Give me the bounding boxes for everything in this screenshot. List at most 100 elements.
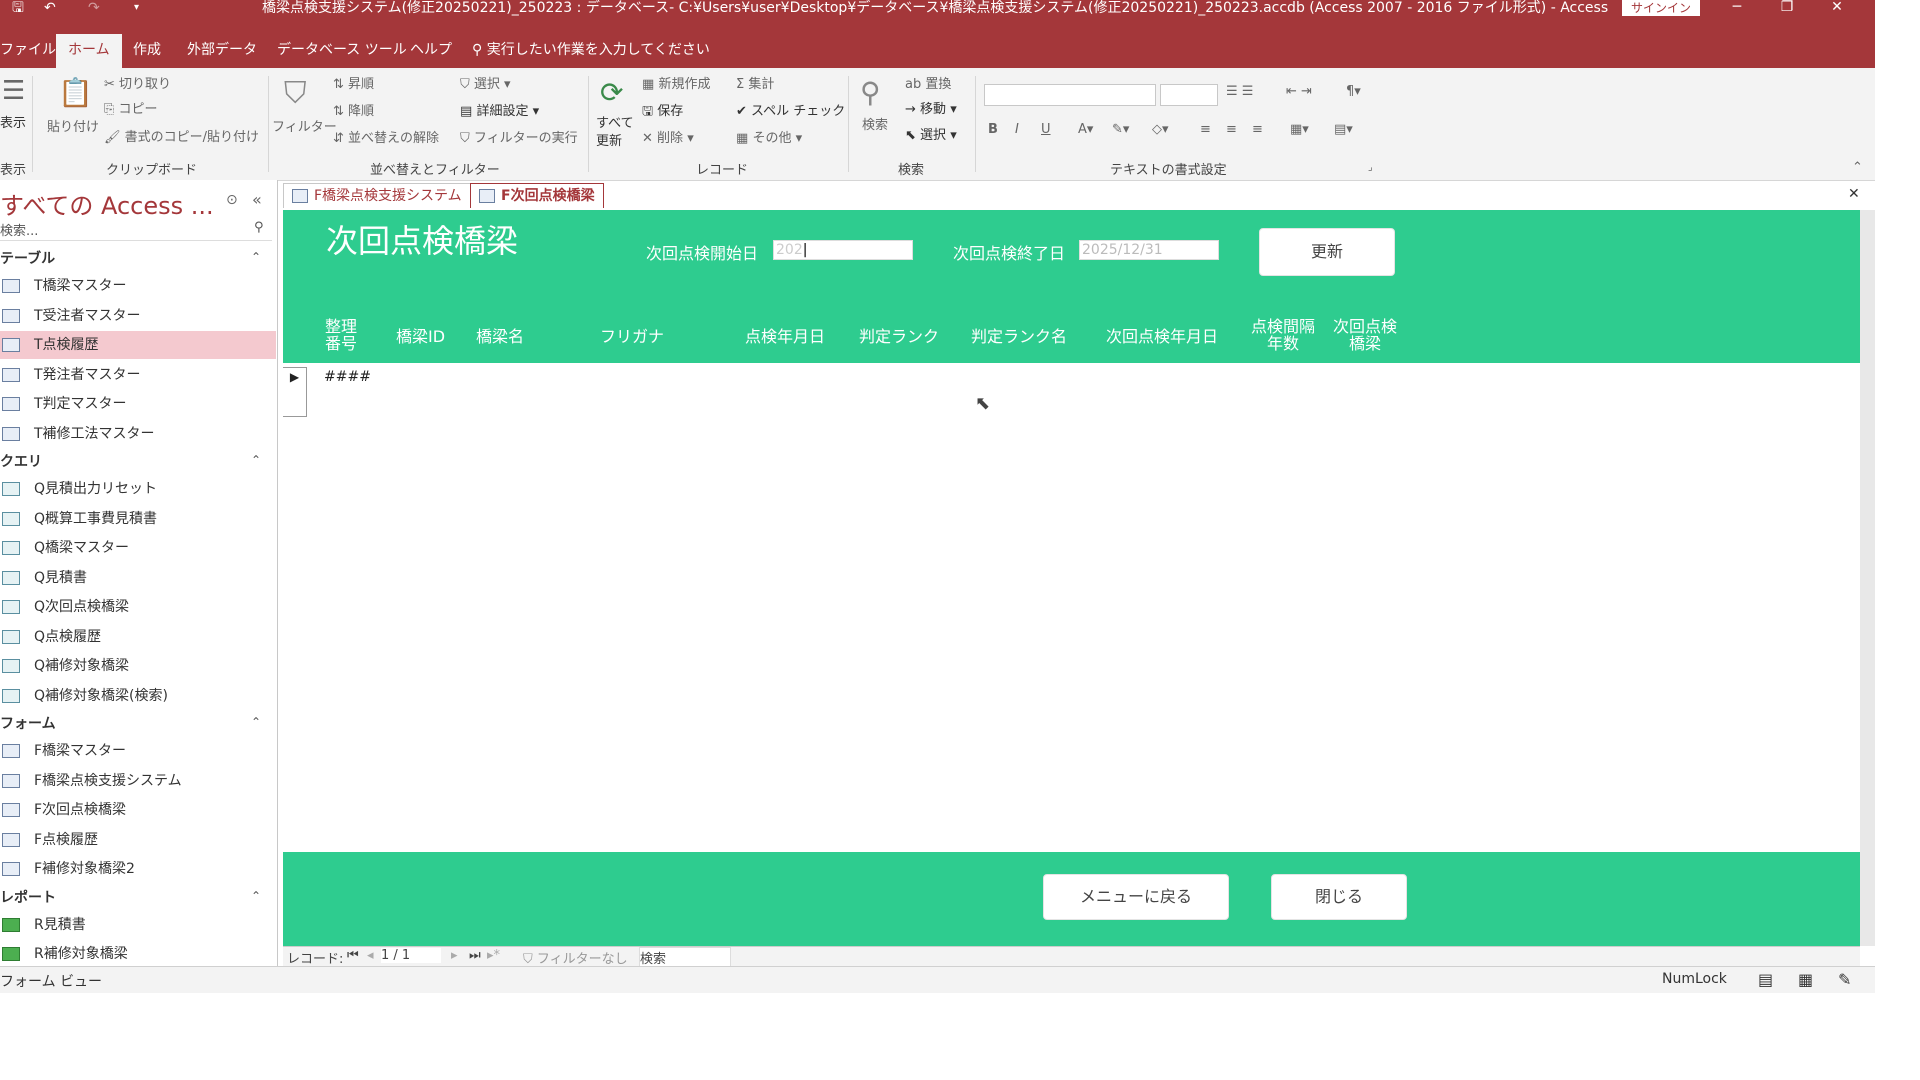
end-date-input[interactable]: 2025/12/31 [1079,240,1219,260]
tab-create[interactable]: 作成 [133,34,161,68]
nav-section-header[interactable]: フォーム [0,713,56,733]
form-view-icon[interactable]: ▤ [1758,970,1773,989]
nav-item[interactable]: T発注者マスター [0,361,276,389]
last-record-icon[interactable]: ⏭ [469,948,481,963]
nav-item[interactable]: Q点検履歴 [0,623,276,651]
italic-button[interactable]: I [1015,122,1019,138]
replace-button[interactable]: ab 置換 [905,77,951,93]
font-name-select[interactable] [984,84,1156,106]
design-view-icon[interactable]: ✎ [1838,970,1851,989]
delete-record-button[interactable]: ✕ 削除 ▾ [642,131,694,147]
record-selector[interactable]: ▶ [283,367,307,417]
find-button[interactable]: 検索 [862,118,888,134]
col-bridge-name-header[interactable]: 橋梁名 [476,328,524,345]
col-furigana-header[interactable]: フリガナ [600,328,664,345]
tell-me-search[interactable]: ⚲ 実行したい作業を入力してください [472,34,710,68]
prev-record-icon[interactable]: ◂ [367,948,374,963]
record-search-input[interactable]: 検索 [639,947,731,967]
tab-file[interactable]: ファイル [0,34,56,68]
nav-item[interactable]: T点検履歴 [0,331,276,359]
align-center-icon[interactable]: ≡ [1226,122,1237,138]
collapse-nav-icon[interactable]: « [252,190,262,209]
restore-button[interactable]: ❐ [1772,0,1802,16]
nav-item[interactable]: F点検履歴 [0,826,276,854]
indent-icon[interactable]: ⇤ ⇥ [1286,84,1312,100]
nav-item[interactable]: Q補修対象橋梁(検索) [0,682,276,710]
font-size-select[interactable] [1160,84,1218,106]
tab-home[interactable]: ホーム [56,34,122,68]
nav-item[interactable]: Q概算工事費見積書 [0,505,276,533]
first-record-icon[interactable]: ⏮ [347,948,359,963]
col-inspect-date-header[interactable]: 点検年月日 [745,328,825,345]
nav-section-header[interactable]: クエリ [0,451,42,471]
gridlines-icon[interactable]: ▤▾ [1334,122,1353,138]
bold-button[interactable]: B [988,122,998,138]
nav-search-input[interactable]: 検索... ⚲ [0,220,272,241]
nav-item[interactable]: Q橋梁マスター [0,534,276,562]
back-to-menu-button[interactable]: メニューに戻る [1043,874,1229,920]
col-rank-header[interactable]: 判定ランク [859,328,939,345]
table-row[interactable]: #### [324,369,371,385]
remove-sort-button[interactable]: ⇵ 並べ替えの解除 [333,131,439,147]
find-icon[interactable]: ⚲ [860,76,881,109]
nav-item[interactable]: T補修工法マスター [0,420,276,448]
rtl-icon[interactable]: ¶▾ [1346,84,1361,100]
view-icon[interactable]: ☰ [2,76,25,106]
format-painter-button[interactable]: 🖌 書式のコピー/貼り付け [104,130,259,146]
refresh-all-label-1[interactable]: すべて [596,116,634,132]
paste-button[interactable]: 貼り付け [47,120,99,136]
doctab-system[interactable]: F橋梁点検支援システム [283,183,471,208]
filter-status[interactable]: ⛉ フィルターなし [523,948,628,967]
nav-pane-title[interactable]: すべての Access ... [0,186,214,221]
undo-icon[interactable]: ↶ [44,0,56,16]
collapse-ribbon-icon[interactable]: ⌃ [1852,160,1863,176]
nav-section-header[interactable]: テーブル [0,248,55,268]
sort-ascending-button[interactable]: ⇅ 昇順 [333,77,374,93]
tab-database-tools[interactable]: データベース ツール [277,34,407,68]
col-interval-header[interactable]: 点検間隔 年数 [1251,318,1315,352]
start-date-input[interactable]: 202| [773,240,913,260]
spelling-button[interactable]: ✔ スペル チェック [736,104,845,120]
conditional-format-icon[interactable]: ▦▾ [1290,122,1309,138]
nav-item[interactable]: F橋梁マスター [0,737,276,765]
dialog-launcher-icon[interactable]: ⌟ [1368,160,1373,176]
selection-button[interactable]: ⛉ 選択 ▾ [460,77,511,93]
col-next-bridge-header[interactable]: 次回点検 橋梁 [1333,318,1397,352]
section-collapse-icon[interactable]: ⌃ [251,453,261,467]
goto-button[interactable]: → 移動 ▾ [905,102,957,118]
nav-item[interactable]: Q次回点検橋梁 [0,593,276,621]
tab-help[interactable]: ヘルプ [410,34,452,68]
section-collapse-icon[interactable]: ⌃ [251,250,261,264]
tab-external-data[interactable]: 外部データ [187,34,257,68]
nav-menu-chevron-icon[interactable]: ⊙ [226,192,238,208]
layout-view-icon[interactable]: ▦ [1798,970,1813,989]
vertical-scrollbar[interactable] [1860,210,1875,946]
minimize-button[interactable]: ─ [1722,0,1752,16]
close-form-button[interactable]: 閉じる [1271,874,1407,920]
nav-item[interactable]: Q見積出力リセット [0,475,276,503]
new-record-nav-icon[interactable]: ▸* [487,948,500,963]
totals-button[interactable]: Σ 集計 [736,77,774,93]
nav-item[interactable]: T橋梁マスター [0,272,276,300]
close-document-icon[interactable]: ✕ [1848,186,1860,202]
col-next-date-header[interactable]: 次回点検年月日 [1106,328,1218,345]
refresh-icon[interactable]: ⟳ [600,76,623,109]
section-collapse-icon[interactable]: ⌃ [251,889,261,903]
nav-item[interactable]: R見積書 [0,911,276,939]
nav-item[interactable]: F次回点検橋梁 [0,796,276,824]
cut-button[interactable]: ✂ 切り取り [104,77,171,93]
col-rank-name-header[interactable]: 判定ランク名 [971,328,1067,345]
toggle-filter-button[interactable]: ⛉ フィルターの実行 [460,131,578,147]
qat-customize-icon[interactable]: ▾ [134,0,139,16]
font-color-icon[interactable]: A▾ [1078,122,1093,138]
close-window-button[interactable]: ✕ [1822,0,1852,16]
filter-button[interactable]: フィルター [272,120,337,136]
refresh-all-label-2[interactable]: 更新 [596,134,622,150]
nav-item[interactable]: Q見積書 [0,564,276,592]
copy-button[interactable]: ⎘ コピー [104,102,158,118]
nav-section-header[interactable]: レポート [0,887,56,907]
signin-button[interactable]: サインイン [1622,0,1700,16]
section-collapse-icon[interactable]: ⌃ [251,715,261,729]
fill-color-icon[interactable]: ◇▾ [1152,122,1169,138]
nav-item[interactable]: T受注者マスター [0,302,276,330]
